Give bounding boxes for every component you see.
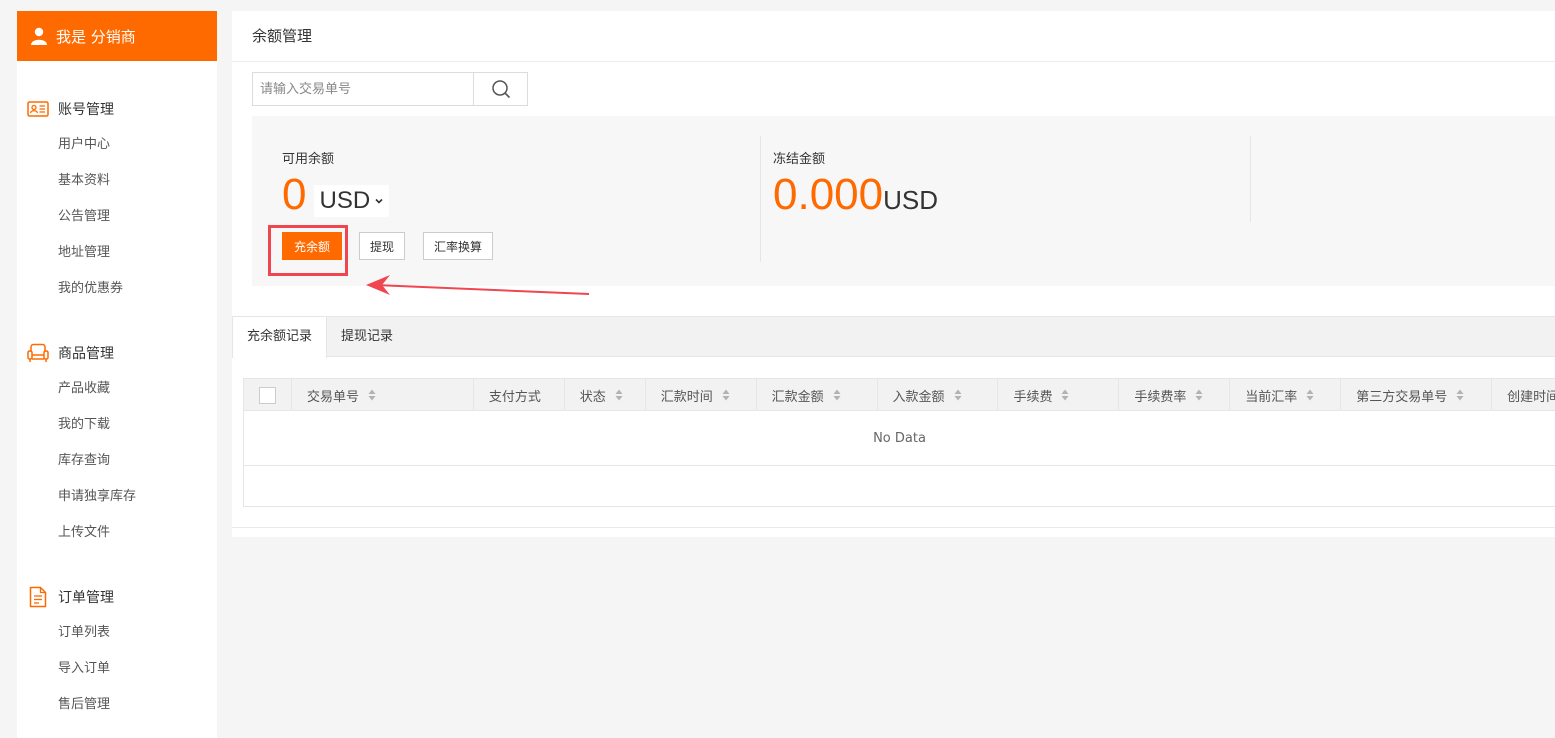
tab-withdraw-records[interactable]: 提现记录 (327, 317, 407, 356)
sidebar-item-favorites[interactable]: 产品收藏 (17, 371, 217, 407)
balance-panel: 可用余额 0 USD 冻结金额 0.000 USD 充余额 提现 汇率换算 (252, 116, 1555, 286)
nav-group-account-header[interactable]: 账号管理 (17, 91, 217, 127)
sort-icon (1195, 389, 1203, 401)
sidebar-item-order-list[interactable]: 订单列表 (17, 615, 217, 651)
sort-icon (1306, 389, 1314, 401)
frozen-balance-section: 冻结金额 0.000 USD (760, 136, 1250, 262)
sidebar-item-basic-info[interactable]: 基本资料 (17, 163, 217, 199)
column-header[interactable]: 汇款金额 (757, 379, 878, 411)
sidebar-item-addresses[interactable]: 地址管理 (17, 235, 217, 271)
currency-select[interactable]: USD (314, 185, 390, 217)
sort-icon (954, 389, 962, 401)
withdraw-button[interactable]: 提现 (359, 232, 406, 260)
search-box (252, 72, 528, 106)
chevron-down-icon (375, 198, 383, 204)
nav-group-label: 商品管理 (58, 346, 114, 362)
document-icon (27, 586, 49, 608)
available-balance-value: 0 (282, 170, 307, 219)
sidebar-item-inventory[interactable]: 库存查询 (17, 443, 217, 479)
nav-group-products: 商品管理 产品收藏 我的下载 库存查询 申请独享库存 上传文件 (17, 335, 217, 551)
main-content: 余额管理 可用余额 0 USD 冻结金额 0 (232, 11, 1555, 537)
column-header[interactable]: 状态 (565, 379, 646, 411)
balance-card: 余额管理 可用余额 0 USD 冻结金额 0 (232, 11, 1555, 316)
sort-icon (1456, 389, 1464, 401)
arrow-annotation (366, 275, 590, 295)
user-icon (31, 27, 47, 45)
sort-icon (615, 389, 623, 401)
empty-state: No Data (244, 411, 1555, 466)
sofa-icon (27, 342, 49, 364)
exchange-rate-button[interactable]: 汇率换算 (423, 232, 494, 260)
column-header: 支付方式 (474, 379, 565, 411)
id-card-icon (27, 98, 49, 120)
records-table: 交易单号 支付方式 状态 汇款时间 汇款金额 入款金额 手续费 手续费率 当前汇… (243, 378, 1555, 507)
column-header[interactable]: 当前汇率 (1230, 379, 1342, 411)
records-card: 充余额记录 提现记录 交易单号 支付方式 状态 汇款时间 汇款金额 入款金额 手… (232, 316, 1555, 527)
sidebar-item-user-center[interactable]: 用户中心 (17, 127, 217, 163)
column-header[interactable]: 第三方交易单号 (1341, 379, 1493, 411)
column-header[interactable]: 创建时间 (1492, 379, 1555, 411)
sidebar-item-upload[interactable]: 上传文件 (17, 515, 217, 551)
nav-group-account: 账号管理 用户中心 基本资料 公告管理 地址管理 我的优惠券 (17, 91, 217, 307)
sort-icon (833, 389, 841, 401)
nav-group-label: 账号管理 (58, 102, 114, 118)
frozen-balance-value: 0.000 (773, 170, 884, 219)
sidebar-item-coupons[interactable]: 我的优惠券 (17, 271, 217, 307)
sidebar: 我是 分销商 账号管理 用户中心 基本资料 公告管理 地址管理 我的优惠券 商品… (17, 11, 217, 738)
header-checkbox-cell (244, 379, 292, 411)
sidebar-item-after-sales[interactable]: 售后管理 (17, 687, 217, 723)
nav-group-orders-header[interactable]: 订单管理 (17, 579, 217, 615)
sidebar-item-downloads[interactable]: 我的下载 (17, 407, 217, 443)
sidebar-item-exclusive-stock[interactable]: 申请独享库存 (17, 479, 217, 515)
column-header[interactable]: 手续费率 (1119, 379, 1231, 411)
column-divider (1250, 136, 1251, 222)
column-header[interactable]: 交易单号 (292, 379, 474, 411)
tab-recharge-records[interactable]: 充余额记录 (232, 317, 328, 358)
search-button[interactable] (473, 73, 527, 105)
nav-group-products-header[interactable]: 商品管理 (17, 335, 217, 371)
currency-selected: USD (319, 187, 371, 214)
frozen-currency: USD (883, 185, 939, 215)
table-row (244, 466, 1555, 506)
brand-header: 我是 分销商 (17, 11, 217, 61)
brand-title: 我是 分销商 (56, 27, 136, 46)
select-all-checkbox[interactable] (259, 386, 276, 404)
nav-group-label: 订单管理 (58, 590, 114, 606)
sort-icon (722, 389, 730, 401)
sidebar-item-announcements[interactable]: 公告管理 (17, 199, 217, 235)
page-title: 余额管理 (232, 11, 1555, 62)
footer-strip (232, 527, 1555, 537)
column-header[interactable]: 手续费 (998, 379, 1120, 411)
highlight-box (268, 225, 348, 276)
available-balance-label: 可用余额 (282, 152, 335, 167)
sidebar-item-import-orders[interactable]: 导入订单 (17, 651, 217, 687)
nav-group-orders: 订单管理 订单列表 导入订单 售后管理 (17, 579, 217, 723)
search-icon (491, 80, 510, 99)
sort-icon (1061, 389, 1069, 401)
column-header[interactable]: 汇款时间 (646, 379, 757, 411)
column-header[interactable]: 入款金额 (878, 379, 999, 411)
records-tabs: 充余额记录 提现记录 (232, 317, 1555, 358)
table-header: 交易单号 支付方式 状态 汇款时间 汇款金额 入款金额 手续费 手续费率 当前汇… (244, 379, 1555, 411)
frozen-balance-label: 冻结金额 (773, 152, 826, 167)
sort-icon (368, 389, 376, 401)
search-input[interactable] (253, 73, 473, 105)
